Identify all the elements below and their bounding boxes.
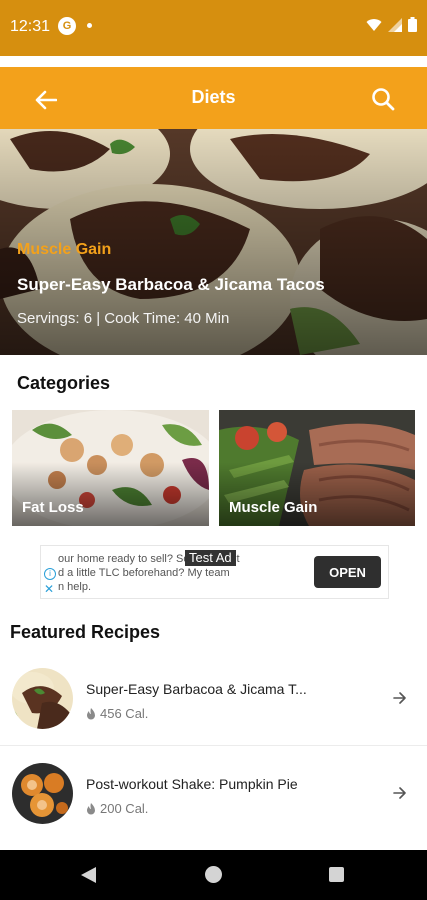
category-card-fat-loss[interactable]: Fat Loss	[12, 410, 209, 526]
system-nav-bar	[0, 850, 427, 900]
hero-meta: Servings: 6 | Cook Time: 40 Min	[17, 310, 230, 327]
recipe-thumbnail	[12, 763, 73, 824]
tacos-thumbnail-image	[12, 668, 73, 729]
wifi-icon	[366, 18, 382, 31]
search-button[interactable]	[365, 81, 401, 117]
status-icons	[366, 17, 417, 32]
app-notification-icon: G	[58, 17, 76, 35]
recipe-arrow-button[interactable]	[391, 689, 409, 707]
status-bar: 12:31 G	[0, 0, 427, 56]
ad-close-icon[interactable]: ✕	[44, 583, 54, 595]
recipe-name: Super-Easy Barbacoa & Jicama T...	[86, 681, 307, 697]
test-ad-label: Test Ad	[185, 550, 236, 566]
ad-open-button[interactable]: OPEN	[314, 556, 381, 588]
ad-info-icon[interactable]: i	[44, 568, 56, 580]
flame-icon	[87, 707, 95, 719]
hero-recipe-card[interactable]: Muscle Gain Super-Easy Barbacoa & Jicama…	[0, 129, 427, 355]
battery-icon	[408, 17, 417, 32]
category-label: Muscle Gain	[229, 499, 318, 516]
ad-text: our home ready to sell? Sometimes it d a…	[58, 553, 240, 593]
search-icon	[372, 88, 395, 111]
recipe-thumbnail	[12, 668, 73, 729]
recipe-list-item[interactable]: Super-Easy Barbacoa & Jicama T... 456 Ca…	[0, 652, 427, 746]
shake-thumbnail-image	[12, 763, 73, 824]
ad-banner[interactable]: our home ready to sell? Sometimes it d a…	[40, 545, 389, 599]
nav-back-icon[interactable]	[80, 866, 97, 884]
hero-category: Muscle Gain	[17, 241, 112, 258]
recipe-calories-value: 456 Cal.	[100, 706, 149, 721]
notification-dot-icon	[87, 23, 92, 28]
recipe-calories: 456 Cal.	[86, 706, 148, 721]
recipe-arrow-button[interactable]	[391, 784, 409, 802]
flame-icon	[87, 802, 95, 814]
category-card-muscle-gain[interactable]: Muscle Gain	[219, 410, 415, 526]
hero-title: Super-Easy Barbacoa & Jicama Tacos	[17, 275, 325, 294]
recipe-calories-value: 200 Cal.	[100, 801, 149, 816]
page-title: Diets	[191, 87, 236, 107]
app-bar: Diets	[0, 67, 427, 129]
nav-recents-icon[interactable]	[329, 867, 344, 882]
nav-home-icon[interactable]	[205, 866, 222, 883]
recipe-name: Post-workout Shake: Pumpkin Pie	[86, 776, 298, 792]
categories-heading: Categories	[17, 373, 111, 393]
arrow-right-icon	[393, 692, 406, 704]
recipe-calories: 200 Cal.	[86, 801, 148, 816]
status-time: 12:31	[10, 18, 51, 35]
signal-icon	[388, 17, 402, 32]
featured-recipes-heading: Featured Recipes	[10, 622, 161, 642]
arrow-right-icon	[393, 787, 406, 799]
category-label: Fat Loss	[22, 499, 84, 516]
recipe-list-item[interactable]: Post-workout Shake: Pumpkin Pie 200 Cal.	[0, 747, 427, 841]
